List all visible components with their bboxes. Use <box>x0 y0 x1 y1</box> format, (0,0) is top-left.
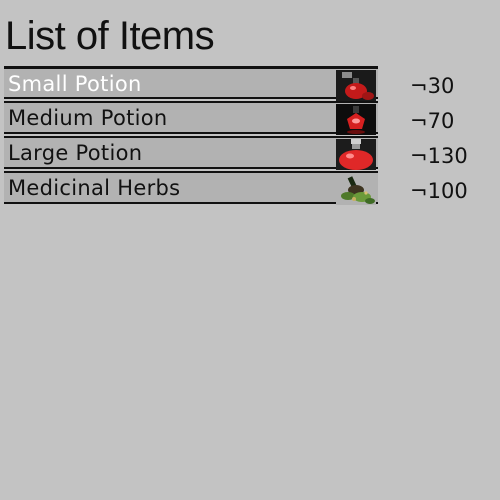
medium-potion-icon <box>336 104 376 135</box>
small-potion-icon <box>336 70 376 101</box>
item-price: ¬30 <box>410 74 455 98</box>
item-name: Large Potion <box>8 141 143 165</box>
list-item[interactable]: Medium Potion ¬70 <box>4 101 500 136</box>
item-price: ¬130 <box>410 144 468 168</box>
item-list: Small Potion ¬30 Medium Potion ¬70 Large… <box>4 66 500 206</box>
item-name: Small Potion <box>8 72 142 96</box>
item-row-bar[interactable]: Large Potion <box>4 136 378 170</box>
item-row-bar[interactable]: Medium Potion <box>4 101 378 135</box>
page-title: List of Items <box>5 14 215 58</box>
item-row-bar[interactable]: Small Potion <box>4 66 378 101</box>
large-potion-icon <box>336 139 376 170</box>
medicinal-herbs-icon <box>336 174 376 205</box>
item-row-bar[interactable]: Medicinal Herbs <box>4 171 378 205</box>
list-item[interactable]: Small Potion ¬30 <box>4 66 500 101</box>
list-item[interactable]: Medicinal Herbs ¬100 <box>4 171 500 206</box>
item-name: Medicinal Herbs <box>8 176 181 200</box>
list-item[interactable]: Large Potion ¬130 <box>4 136 500 171</box>
item-name: Medium Potion <box>8 106 168 130</box>
item-price: ¬100 <box>410 179 468 203</box>
item-price: ¬70 <box>410 109 455 133</box>
